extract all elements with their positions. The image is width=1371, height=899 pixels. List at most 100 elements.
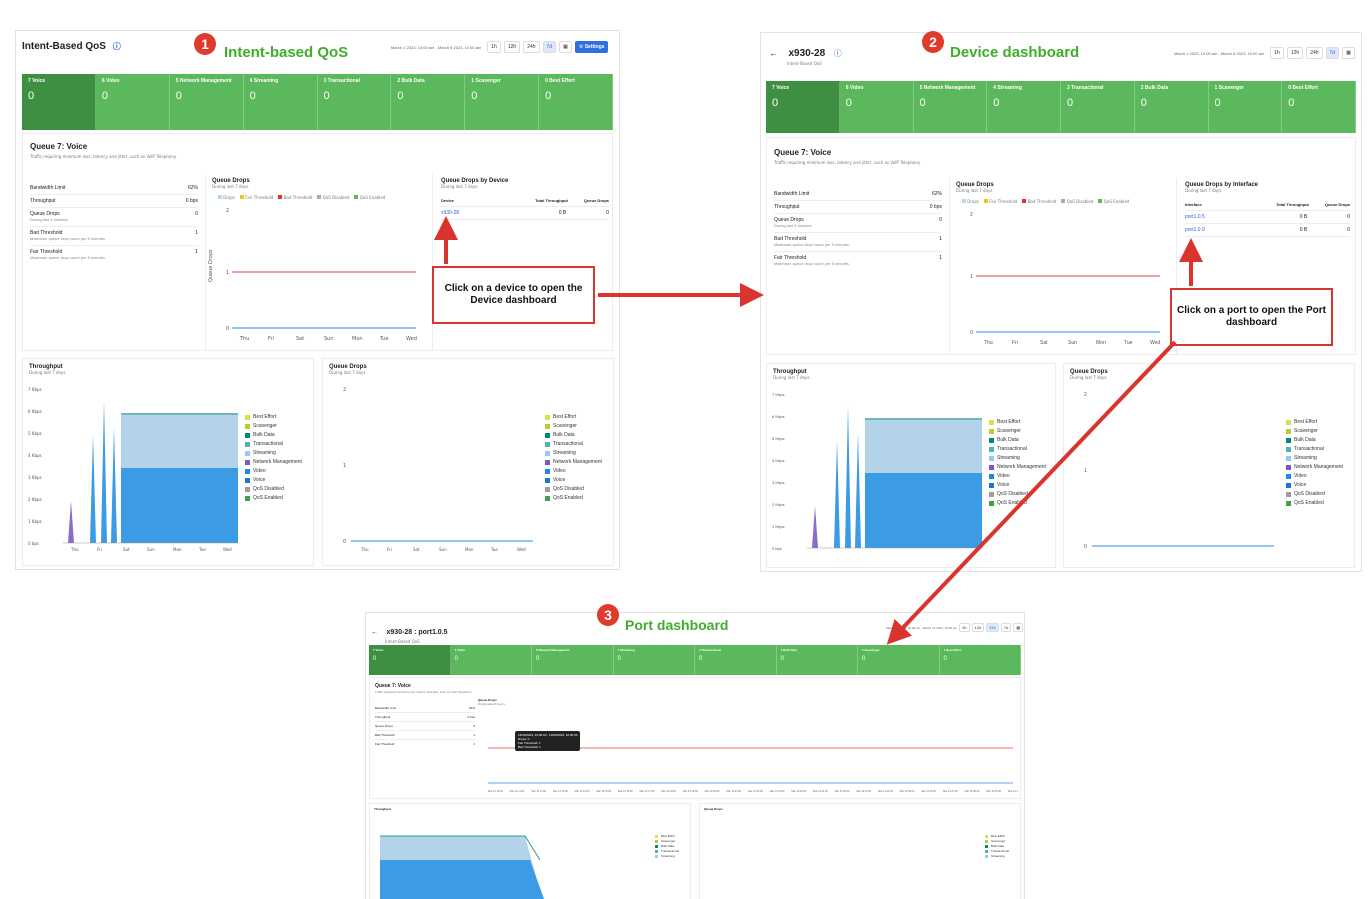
queue-tile-streaming[interactable]: 4 Streaming 0 bbox=[614, 645, 695, 675]
queue-tile-transactional[interactable]: 3 Transactional 0 bbox=[318, 74, 392, 130]
queue-tile-streaming[interactable]: 4 Streaming 0 bbox=[987, 81, 1061, 133]
svg-text:Thu: Thu bbox=[984, 340, 993, 346]
queue-tile-network-management[interactable]: 5 Network Management 0 bbox=[170, 74, 244, 130]
svg-text:Wed: Wed bbox=[223, 547, 232, 552]
time-24h-button[interactable]: 24h bbox=[1306, 47, 1323, 59]
time-24h-button[interactable]: 24h bbox=[986, 623, 999, 632]
time-toolbar: March 13 2023, 10:00 am - March 14 2023,… bbox=[886, 623, 1024, 632]
queue-tile-transactional[interactable]: 3 Transactional 0 bbox=[695, 645, 777, 675]
svg-text:0 bps: 0 bps bbox=[28, 541, 39, 546]
queue-tile-bulk-data[interactable]: 2 Bulk Data 0 bbox=[1135, 81, 1209, 133]
svg-text:0: 0 bbox=[970, 330, 973, 336]
time-tick-label: Mar 13 10:00 bbox=[488, 790, 503, 793]
stat-throughput: Throughput 0 bps bbox=[30, 195, 198, 208]
queue-stats: Bandwidth Limit 62% Throughput 0 bps Queue… bbox=[375, 706, 475, 746]
svg-text:6 Kbps: 6 Kbps bbox=[28, 409, 42, 414]
svg-text:0 bps: 0 bps bbox=[772, 546, 782, 551]
time-7d-button[interactable]: 7d bbox=[542, 41, 557, 53]
port-queue-drops-plot: Mar 13 10:00 Mar 13 11:00 Mar 13 12:00 Mar … bbox=[488, 747, 1018, 793]
calendar-icon[interactable]: ▦ bbox=[1342, 47, 1355, 59]
svg-text:Tue: Tue bbox=[379, 336, 389, 342]
queue-description: Traffic requiring minimum loss, latency … bbox=[375, 690, 472, 694]
queue-tile-network-management[interactable]: 5 Network Management 0 bbox=[914, 81, 988, 133]
time-12h-button[interactable]: 12h bbox=[1286, 47, 1304, 59]
queue-tile-streaming[interactable]: 4 Streaming 0 bbox=[244, 74, 318, 130]
time-toolbar: March 1 2023, 10:00 am - March 8 2023, 1… bbox=[1171, 47, 1355, 59]
svg-text:4 Kbps: 4 Kbps bbox=[772, 458, 784, 463]
time-7d-button[interactable]: 7d bbox=[1325, 47, 1340, 59]
queue-tile-voice[interactable]: 7 Voice 0 bbox=[766, 81, 840, 133]
back-arrow-icon[interactable]: ← bbox=[371, 629, 378, 636]
time-1h-button[interactable]: 1h bbox=[959, 623, 970, 632]
page-title: Intent-Based QoS ⓘ bbox=[22, 41, 121, 52]
time-tick-label: Mar 13 13:00 bbox=[553, 790, 568, 793]
queue-tile-best-effort[interactable]: 0 Best Effort 0 bbox=[940, 645, 1021, 675]
queue-tile-voice[interactable]: 7 Voice 0 bbox=[369, 645, 451, 675]
svg-text:Fri: Fri bbox=[1012, 340, 1018, 346]
queue-tile-scavenger[interactable]: 1 Scavenger 0 bbox=[465, 74, 540, 130]
svg-text:1: 1 bbox=[1084, 468, 1087, 474]
back-arrow-icon[interactable]: ← bbox=[769, 48, 778, 58]
port-link[interactable]: port1.0.9 bbox=[1185, 227, 1205, 233]
queue-tile-voice[interactable]: 7 Voice 0 bbox=[22, 74, 96, 130]
svg-text:1 Kbps: 1 Kbps bbox=[28, 519, 42, 524]
drops-legend: Drops Fair Threshold Bad Threshold QoS D… bbox=[218, 195, 432, 200]
date-range[interactable]: March 1 2023, 10:00 am - March 8 2023, 1… bbox=[1171, 49, 1267, 58]
calendar-icon[interactable]: ▦ bbox=[559, 41, 572, 53]
time-12h-button[interactable]: 12h bbox=[503, 41, 521, 53]
info-icon[interactable]: ⓘ bbox=[834, 49, 842, 58]
svg-text:Mon: Mon bbox=[352, 336, 363, 342]
throughput-legend: Best Effort Scavenger Bulk Data Transact… bbox=[989, 419, 1046, 509]
time-24h-button[interactable]: 24h bbox=[523, 41, 540, 53]
queue-detail-card: Queue 7: Voice Traffic requiring minimum… bbox=[369, 677, 1021, 799]
date-range[interactable]: March 13 2023, 10:00 am - March 14 2023,… bbox=[886, 626, 957, 630]
svg-text:Mon: Mon bbox=[1096, 340, 1106, 346]
svg-text:Wed: Wed bbox=[1150, 340, 1160, 346]
device-table-row[interactable]: x930-28 0 B0 bbox=[441, 207, 609, 220]
queue-tile-scavenger[interactable]: 1 Scavenger 0 bbox=[858, 645, 940, 675]
queue-tile-bulk-data[interactable]: 2 Bulk Data 0 bbox=[391, 74, 466, 130]
device-link[interactable]: x930-28 bbox=[441, 210, 459, 216]
queue-tile-bar: 7 Voice 0 6 Video 0 5 Network Management 0 … bbox=[766, 81, 1356, 133]
time-tick-label: Mar 13 22:00 bbox=[748, 790, 763, 793]
svg-text:Sat: Sat bbox=[296, 336, 304, 342]
queue-tile-video[interactable]: 6 Video 0 bbox=[840, 81, 914, 133]
svg-text:Sun: Sun bbox=[147, 547, 155, 552]
calendar-icon[interactable]: ▦ bbox=[1013, 623, 1024, 632]
queue-stats: Bandwidth Limit 62% Throughput 0 bps Queue… bbox=[774, 188, 942, 270]
queue-drops-chart: Queue Drops During last 7 days Drops Fai… bbox=[205, 174, 433, 350]
time-tick-label: Mar 13 23:00 bbox=[770, 790, 785, 793]
svg-text:0: 0 bbox=[343, 539, 346, 545]
queue-tile-best-effort[interactable]: 0 Best Effort 0 bbox=[1282, 81, 1356, 133]
date-range[interactable]: March 1 2023, 10:00 am - March 8 2023, 1… bbox=[388, 43, 484, 52]
time-tick-label: Mar 14 00:00 bbox=[791, 790, 806, 793]
svg-text:1: 1 bbox=[226, 270, 229, 276]
svg-text:Thu: Thu bbox=[239, 336, 249, 342]
time-tick-label: Mar 14 09:00 bbox=[986, 790, 1001, 793]
svg-text:1 Kbps: 1 Kbps bbox=[772, 524, 784, 529]
time-tick-label: Mar 14 02:00 bbox=[835, 790, 850, 793]
interface-table-row[interactable]: port1.0.9 0 B0 bbox=[1185, 224, 1350, 237]
svg-text:5 Kbps: 5 Kbps bbox=[772, 436, 784, 441]
queue-tile-bulk-data[interactable]: 2 Bulk Data 0 bbox=[777, 645, 858, 675]
queue-tile-network-management[interactable]: 5 Network Management 0 bbox=[532, 645, 614, 675]
interface-table-row[interactable]: port1.0.5 0 B0 bbox=[1185, 211, 1350, 224]
time-1h-button[interactable]: 1h bbox=[487, 41, 501, 53]
queue-drops-chart: Queue Drops During last 7 days Drops Fai… bbox=[949, 178, 1177, 354]
queue-tile-video[interactable]: 6 Video 0 bbox=[96, 74, 170, 130]
time-7d-button[interactable]: 7d bbox=[1000, 623, 1012, 632]
info-icon[interactable]: ⓘ bbox=[113, 42, 121, 51]
time-12h-button[interactable]: 12h bbox=[971, 623, 985, 632]
queue-tile-video[interactable]: 6 Video 0 bbox=[451, 645, 532, 675]
settings-button[interactable]: ⚙ Settings bbox=[574, 41, 609, 53]
queue-tile-best-effort[interactable]: 0 Best Effort 0 bbox=[539, 74, 613, 130]
queue-tile-transactional[interactable]: 3 Transactional 0 bbox=[1061, 81, 1135, 133]
throughput-card: Throughput During last 7 days 7 Kbps 6 Kb… bbox=[766, 363, 1056, 568]
queue-drops-chart: Queue Drops During last 24 hours Mar 13 … bbox=[478, 698, 1018, 798]
svg-text:Tue: Tue bbox=[198, 547, 206, 552]
throughput-card: Throughput During last 7 days 7 Kbps 6 Kb… bbox=[22, 358, 314, 566]
queue-tile-scavenger[interactable]: 1 Scavenger 0 bbox=[1209, 81, 1283, 133]
time-1h-button[interactable]: 1h bbox=[1270, 47, 1284, 59]
port-link[interactable]: port1.0.5 bbox=[1185, 214, 1205, 220]
time-tick-label: Mar 13 21:00 bbox=[726, 790, 741, 793]
